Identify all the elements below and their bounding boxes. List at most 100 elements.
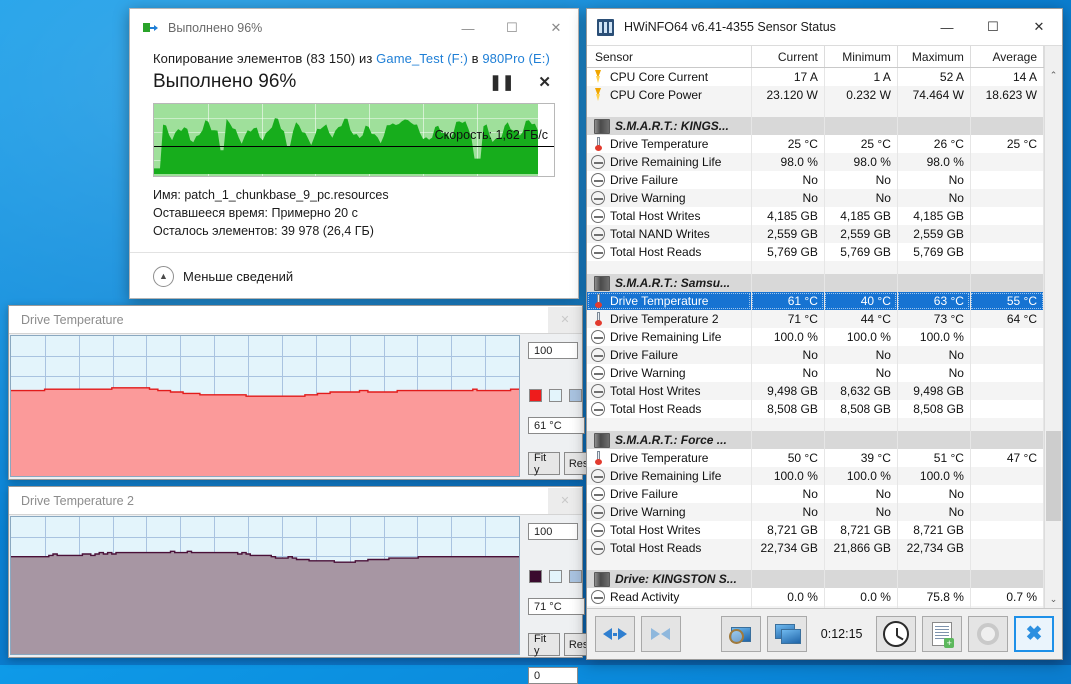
graph-plot-area[interactable] [10,335,520,477]
maximize-button[interactable]: ☐ [490,9,534,47]
graph-controls: 100 61 °C Fit y Reset 0 [520,334,603,503]
hwinfo-titlebar[interactable]: HWiNFO64 v6.41-4355 Sensor Status — ☐ ✕ [587,9,1062,46]
sensor-group-row[interactable]: S.M.A.R.T.: KINGS... [587,117,1044,135]
maximize-button[interactable]: ☐ [970,9,1016,45]
reset-timer-button[interactable] [876,616,917,652]
sensor-value-cell: No [897,364,971,382]
copy-source-link[interactable]: Game_Test (F:) [376,51,468,66]
table-row[interactable]: Total Host Writes 9,498 GB 8,632 GB 9,498 G… [587,382,1044,400]
table-row[interactable]: Drive Temperature 25 °C 25 °C 26 °C 25 °C [587,135,1044,153]
table-row[interactable]: Write Activity0.0 %0.0 %6.6 %0.1 % [587,606,1044,608]
chip-icon [594,571,610,587]
table-row[interactable]: CPU Core Current 17 A1 A 52 A 14 A [587,67,1044,86]
column-header-minimum[interactable]: Minimum [824,46,898,68]
logging-button[interactable]: + [922,616,963,652]
column-header-average[interactable]: Average [970,46,1044,68]
sensor-value-cell [970,400,1044,418]
settings-button[interactable] [968,616,1009,652]
table-row[interactable]: Drive Failure No No No [587,485,1044,503]
table-row[interactable]: Drive Failure No No No [587,346,1044,364]
scroll-up-icon[interactable]: ⌃ [1045,67,1062,84]
copy-details: Имя: patch_1_chunkbase_9_pc.resources Ос… [153,186,555,240]
column-header-maximum[interactable]: Maximum [897,46,971,68]
column-header-sensor[interactable]: Sensor [587,46,752,68]
minimize-button[interactable]: — [924,9,970,45]
sensor-value-cell: 100.0 % [824,328,898,346]
table-row[interactable]: Drive Temperature 50 °C 39 °C 51 °C 47 °C [587,449,1044,467]
sensor-value-cell: 17 A [751,67,825,86]
sensor-value-cell: 0.0 % [751,588,825,606]
sensor-value-cell: 2,559 GB [824,225,898,243]
table-row[interactable]: Drive Temperature 2 71 °C 44 °C 73 °C 64 °C [587,310,1044,328]
table-row[interactable]: Total Host Reads 5,769 GB 5,769 GB 5,769 GB [587,243,1044,261]
close-icon[interactable]: ✕ [548,487,582,514]
remote-sensor-button[interactable] [766,616,807,652]
vertical-scrollbar[interactable]: ⌃ ⌄ [1044,46,1062,608]
close-icon[interactable]: ✕ [548,306,582,333]
sensor-value-cell: 8,508 GB [751,400,825,418]
cancel-copy-button[interactable]: ✕ [538,75,551,90]
grid-color-swatch[interactable] [569,389,582,402]
table-row[interactable]: Drive Warning No No No [587,503,1044,521]
sensor-value-cell [970,503,1044,521]
copy-items-value: 39 978 (26,4 ГБ) [281,224,374,238]
pause-button[interactable]: ❚❚ [489,75,514,90]
copy-dialog-titlebar[interactable]: Выполнено 96% — ☐ ✕ [130,9,578,47]
y-min-input[interactable]: 0 [528,667,578,684]
table-row[interactable]: Total Host Reads 22,734 GB 21,866 GB 22,734… [587,539,1044,557]
table-row[interactable]: Drive Failure No No No [587,171,1044,189]
sensor-label: Total Host Reads [610,541,702,555]
scroll-down-icon[interactable]: ⌄ [1045,591,1062,608]
collapse-all-button[interactable] [640,616,681,652]
sensor-value-cell [970,364,1044,382]
close-button[interactable]: ✕ [534,9,578,47]
close-button[interactable]: ✖ [1014,616,1054,652]
table-row[interactable]: Drive Warning No No No [587,189,1044,207]
expand-all-button[interactable] [595,616,635,652]
sensor-group-row[interactable]: Drive: KINGSTON S... [587,570,1044,588]
sensor-value-cell: 8,508 GB [897,400,971,418]
sensor-table[interactable]: Sensor Current Minimum Maximum Average CPU C… [587,46,1044,608]
table-row[interactable]: Total Host Reads 8,508 GB 8,508 GB 8,508 GB [587,400,1044,418]
table-header-row[interactable]: Sensor Current Minimum Maximum Average [587,46,1044,68]
line-color-swatch[interactable] [529,570,542,583]
graph-panel-titlebar[interactable]: Drive Temperature ✕ [9,306,582,334]
copy-destination-link[interactable]: 980Pro (E:) [482,51,550,66]
grid-color-swatch[interactable] [569,570,582,583]
thermometer-icon [591,294,605,308]
background-color-swatch[interactable] [549,570,562,583]
table-row[interactable]: Read Activity 0.0 % 0.0 % 75.8 % 0.7 % [587,588,1044,606]
y-max-input[interactable]: 100 [528,523,578,540]
sensor-preferences-button[interactable] [721,616,761,652]
sensor-value-cell: No [897,171,971,189]
y-max-input[interactable]: 100 [528,342,578,359]
sensor-group-row[interactable]: S.M.A.R.T.: Samsu... [587,274,1044,292]
scrollbar-thumb[interactable] [1046,431,1061,521]
column-header-current[interactable]: Current [751,46,825,68]
background-color-swatch[interactable] [549,389,562,402]
close-button[interactable]: ✕ [1016,9,1062,45]
table-row[interactable]: Drive Warning No No No [587,364,1044,382]
line-color-swatch[interactable] [529,389,542,402]
table-row[interactable]: Total Host Writes 4,185 GB 4,185 GB 4,185 G… [587,207,1044,225]
sensor-name-cell: Total Host Writes [587,207,752,225]
graph-plot-area[interactable] [10,516,520,655]
table-row[interactable]: Drive Remaining Life 100.0 % 100.0 % 100.0 … [587,467,1044,485]
table-row[interactable]: Drive Remaining Life 100.0 % 100.0 % 100.0 … [587,328,1044,346]
sensor-value-cell [970,382,1044,400]
copy-files-icon [143,20,159,36]
sensor-group-row[interactable]: S.M.A.R.T.: Force ... [587,431,1044,449]
gauge-icon [591,402,605,416]
table-row[interactable]: Total NAND Writes 2,559 GB 2,559 GB 2,559 G… [587,225,1044,243]
fit-y-button[interactable]: Fit y [528,633,560,657]
sensor-label: CPU Core Power [610,88,703,102]
minimize-button[interactable]: — [446,9,490,47]
fit-y-button[interactable]: Fit y [528,452,560,476]
table-row[interactable]: CPU Core Power 23.120 W 0.232 W 74.464 W 18.… [587,86,1044,104]
sensor-value-cell: 25 °C [751,135,825,153]
table-row[interactable]: Total Host Writes 8,721 GB 8,721 GB 8,721 G… [587,521,1044,539]
table-row[interactable]: Drive Remaining Life 98.0 % 98.0 % 98.0 % [587,153,1044,171]
less-details-toggle[interactable]: ▲ Меньше сведений [153,266,555,287]
graph-panel-titlebar[interactable]: Drive Temperature 2 ✕ [9,487,582,515]
table-row[interactable]: Drive Temperature 61 °C 40 °C 63 °C 55 °C [587,292,1044,310]
